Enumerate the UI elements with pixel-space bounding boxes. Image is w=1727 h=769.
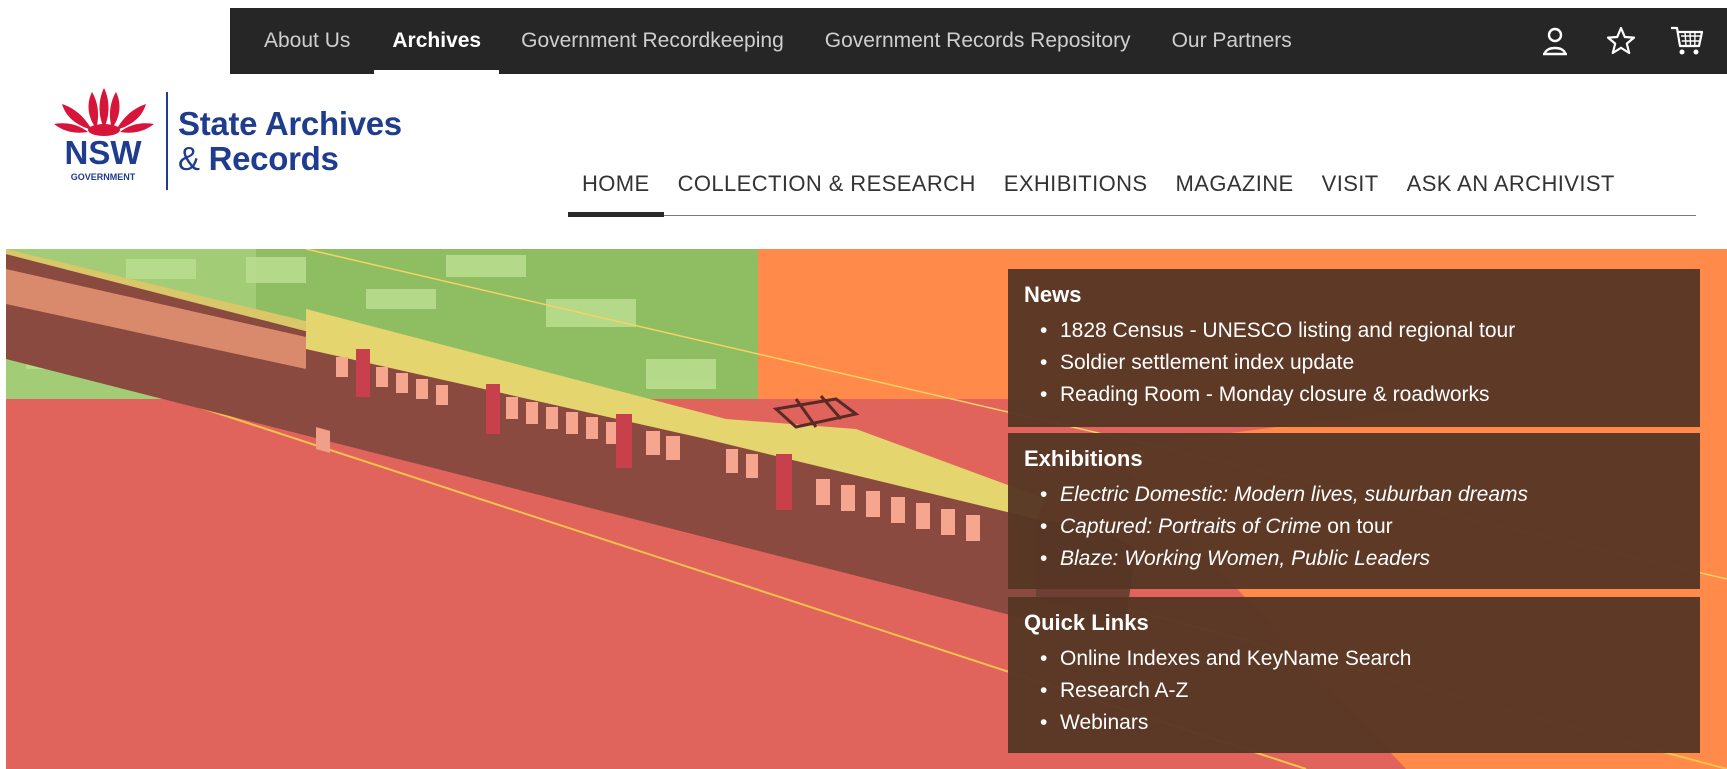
news-link-census[interactable]: 1828 Census - UNESCO listing and regiona… [1060, 319, 1515, 342]
exhibitions-title: Exhibitions [1024, 446, 1143, 471]
exhibition-title-italic: Blaze: Working Women, Public Leaders [1060, 547, 1430, 570]
nav-exhibitions[interactable]: EXHIBITIONS [1004, 152, 1148, 216]
news-panel: News 1828 Census - UNESCO listing and re… [1008, 269, 1700, 427]
logo-line-state-archives: State Archives [178, 105, 402, 142]
list-item: Electric Domestic: Modern lives, suburba… [1040, 479, 1684, 511]
exhibition-title-rest: on tour [1321, 515, 1393, 538]
exhibition-link-captured[interactable]: Captured: Portraits of Crime on tour [1060, 515, 1393, 538]
list-item: Captured: Portraits of Crime on tour [1040, 511, 1684, 543]
government-text: GOVERNMENT [71, 172, 136, 182]
logo-wordmark: State Archives & Records [166, 92, 402, 190]
nav-ask-an-archivist[interactable]: ASK AN ARCHIVIST [1407, 152, 1615, 216]
nav-visit[interactable]: VISIT [1322, 152, 1379, 216]
quick-link-online-indexes[interactable]: Online Indexes and KeyName Search [1060, 647, 1411, 670]
list-item: Research A-Z [1040, 675, 1684, 707]
list-item: Reading Room - Monday closure & roadwork… [1040, 379, 1684, 411]
top-link-our-partners[interactable]: Our Partners [1172, 8, 1292, 74]
list-item: Online Indexes and KeyName Search [1040, 643, 1684, 675]
logo-ampersand: & [178, 140, 209, 177]
top-icons [1537, 8, 1705, 74]
top-link-archives[interactable]: Archives [374, 8, 499, 74]
user-icon[interactable] [1537, 23, 1573, 59]
nav-magazine[interactable]: MAGAZINE [1176, 152, 1294, 216]
nsw-state-archives-logo[interactable]: NSW GOVERNMENT State Archives & Records [48, 84, 428, 194]
nav-home[interactable]: HOME [568, 152, 664, 217]
hero-banner: News 1828 Census - UNESCO listing and re… [6, 249, 1727, 769]
list-item: 1828 Census - UNESCO listing and regiona… [1040, 315, 1684, 347]
exhibitions-panel: Exhibitions Electric Domestic: Modern li… [1008, 433, 1700, 589]
exhibition-title-italic: Captured: Portraits of Crime [1060, 515, 1322, 538]
cart-icon[interactable] [1669, 23, 1705, 59]
quick-link-webinars[interactable]: Webinars [1060, 711, 1148, 734]
quick-links-title: Quick Links [1024, 610, 1149, 635]
list-item: Webinars [1040, 707, 1684, 739]
logo-records-text: Records [208, 140, 339, 177]
quick-links-panel: Quick Links Online Indexes and KeyName S… [1008, 597, 1700, 753]
top-link-government-recordkeeping[interactable]: Government Recordkeeping [521, 8, 784, 74]
exhibitions-list: Electric Domestic: Modern lives, suburba… [1024, 479, 1684, 575]
main-navigation: HOME COLLECTION & RESEARCH EXHIBITIONS M… [568, 152, 1696, 217]
exhibition-link-blaze[interactable]: Blaze: Working Women, Public Leaders [1060, 547, 1430, 570]
nsw-text: NSW [65, 134, 143, 171]
news-link-soldier-settlement[interactable]: Soldier settlement index update [1060, 351, 1354, 374]
star-icon[interactable] [1603, 23, 1639, 59]
quick-link-research-a-z[interactable]: Research A-Z [1060, 679, 1188, 702]
news-list: 1828 Census - UNESCO listing and regiona… [1024, 315, 1684, 411]
exhibition-link-electric-domestic[interactable]: Electric Domestic: Modern lives, suburba… [1060, 483, 1528, 506]
nav-collection-research[interactable]: COLLECTION & RESEARCH [678, 152, 976, 216]
exhibition-title-italic: Electric Domestic: Modern lives, suburba… [1060, 483, 1529, 506]
news-title: News [1024, 282, 1082, 307]
nsw-waratah-logo-icon: NSW GOVERNMENT [54, 88, 154, 182]
top-link-about-us[interactable]: About Us [264, 8, 350, 74]
top-link-government-records-repository[interactable]: Government Records Repository [825, 8, 1131, 74]
logo-line-records: & Records [178, 141, 402, 176]
top-utility-bar: About Us Archives Government Recordkeepi… [230, 8, 1727, 74]
news-link-reading-room[interactable]: Reading Room - Monday closure & roadwork… [1060, 383, 1490, 406]
list-item: Soldier settlement index update [1040, 347, 1684, 379]
quick-links-list: Online Indexes and KeyName Search Resear… [1024, 643, 1684, 739]
list-item: Blaze: Working Women, Public Leaders [1040, 543, 1684, 575]
